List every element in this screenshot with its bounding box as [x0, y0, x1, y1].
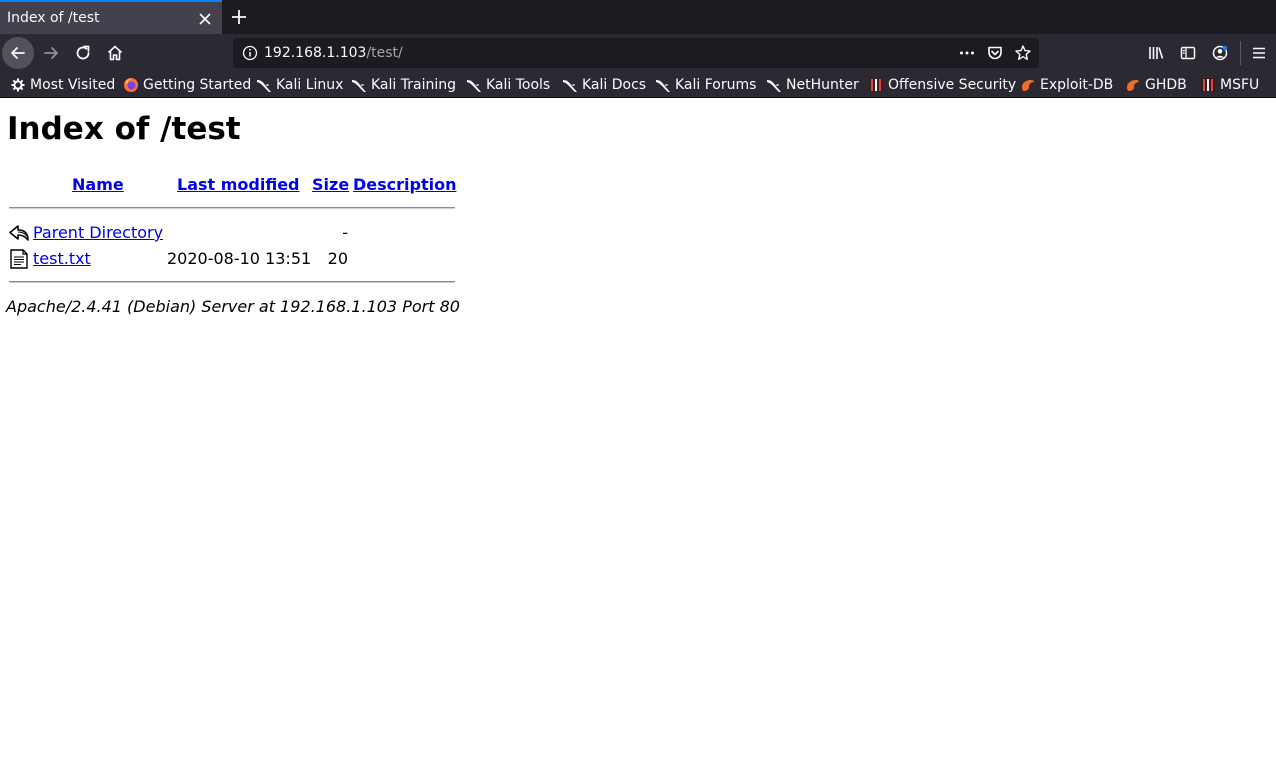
pocket-icon[interactable]	[986, 44, 1004, 62]
bookmark-label: Exploit-DB	[1040, 77, 1114, 93]
bookmark-label: NetHunter	[786, 77, 859, 93]
text-file-icon	[10, 249, 28, 269]
url-path: /test/	[366, 45, 403, 61]
exploitdb-icon	[1022, 80, 1034, 91]
close-icon[interactable]	[197, 11, 213, 27]
kali-dragon-icon	[563, 80, 577, 92]
parent-directory-link[interactable]: Parent Directory	[33, 223, 163, 242]
page-title: Index of /test	[7, 111, 241, 147]
bookmark-offensive-security[interactable]: Offensive Security	[868, 76, 1016, 94]
bookmark-label: Kali Training	[371, 77, 456, 93]
tab-bar: Index of /test	[0, 0, 1276, 34]
new-tab-plus-icon[interactable]	[230, 8, 248, 26]
bookmark-kali-training[interactable]: Kali Training	[351, 76, 456, 94]
column-header-last-modified[interactable]: Last modified	[177, 175, 300, 194]
page-content: Index of /test Name Last modified Size D…	[0, 99, 1276, 772]
forward-arrow-icon	[44, 47, 58, 59]
reload-button[interactable]	[67, 37, 99, 69]
kali-dragon-icon	[352, 80, 366, 92]
column-header-size[interactable]: Size	[312, 175, 349, 194]
bookmark-label: Kali Docs	[582, 77, 647, 93]
url-host: 192.168.1.103	[264, 45, 367, 61]
kali-dragon-icon	[767, 80, 781, 92]
bookmark-kali-tools[interactable]: Kali Tools	[466, 76, 550, 94]
exploitdb-icon	[1127, 80, 1139, 91]
bookmark-star-icon[interactable]	[1014, 44, 1032, 62]
divider-bottom	[9, 281, 455, 283]
row-size: 20	[327, 249, 348, 268]
hamburger-menu-icon[interactable]	[1250, 44, 1268, 62]
row-size: -	[342, 223, 348, 242]
bookmark-nethunter[interactable]: NetHunter	[766, 76, 859, 94]
kali-dragon-icon	[656, 80, 670, 92]
home-button[interactable]	[99, 37, 131, 69]
bookmark-most-visited[interactable]: Most Visited	[10, 76, 115, 94]
info-icon[interactable]	[242, 45, 258, 61]
column-header-name[interactable]: Name	[72, 175, 124, 194]
account-icon[interactable]	[1211, 44, 1229, 62]
bookmark-msfu[interactable]: MSFU	[1200, 76, 1259, 94]
back-arrow-icon	[11, 47, 25, 59]
offsec-icon	[869, 78, 883, 92]
row-last-modified: 2020-08-10 13:51	[167, 249, 312, 268]
back-button[interactable]	[2, 37, 34, 69]
page-actions-icon[interactable]	[958, 44, 976, 62]
bookmark-label: Kali Forums	[675, 77, 757, 93]
reload-icon	[76, 45, 90, 60]
bookmark-label: Kali Tools	[486, 77, 551, 93]
bookmark-label: Getting Started	[143, 77, 252, 93]
home-icon	[107, 45, 123, 61]
firefox-icon	[124, 78, 138, 92]
library-icon[interactable]	[1147, 44, 1165, 62]
address-bar[interactable]: 192.168.1.103/test/	[233, 38, 1039, 68]
gear-icon	[11, 78, 25, 92]
bookmark-label: Offensive Security	[888, 77, 1017, 93]
bookmark-label: Most Visited	[30, 77, 116, 93]
navigation-toolbar: 192.168.1.103/test/	[0, 34, 1276, 72]
url-text[interactable]: 192.168.1.103/test/	[264, 45, 403, 61]
server-signature: Apache/2.4.41 (Debian) Server at 192.168…	[6, 297, 460, 316]
bookmark-kali-docs[interactable]: Kali Docs	[562, 76, 646, 94]
offsec-icon	[1201, 78, 1215, 92]
kali-dragon-icon	[257, 80, 271, 92]
back-arrow-icon	[9, 225, 29, 241]
toolbar-separator	[1240, 41, 1241, 65]
bookmarks-toolbar: Most Visited Getting Started Kali Linux …	[0, 72, 1276, 98]
kali-dragon-icon	[467, 80, 481, 92]
bookmark-exploit-db[interactable]: Exploit-DB	[1020, 76, 1113, 94]
bookmark-label: MSFU	[1220, 77, 1260, 93]
bookmark-label: GHDB	[1145, 77, 1187, 93]
divider-top	[9, 207, 455, 209]
column-header-description[interactable]: Description	[353, 175, 456, 194]
bookmark-getting-started[interactable]: Getting Started	[123, 76, 251, 94]
file-link-test-txt[interactable]: test.txt	[33, 249, 91, 268]
forward-button[interactable]	[35, 37, 67, 69]
bookmark-kali-linux[interactable]: Kali Linux	[256, 76, 343, 94]
tab-title: Index of /test	[7, 10, 100, 26]
bookmark-ghdb[interactable]: GHDB	[1125, 76, 1187, 94]
sidebar-icon[interactable]	[1179, 44, 1197, 62]
tab-active[interactable]: Index of /test	[0, 0, 222, 34]
bookmark-label: Kali Linux	[276, 77, 344, 93]
bookmark-kali-forums[interactable]: Kali Forums	[655, 76, 756, 94]
